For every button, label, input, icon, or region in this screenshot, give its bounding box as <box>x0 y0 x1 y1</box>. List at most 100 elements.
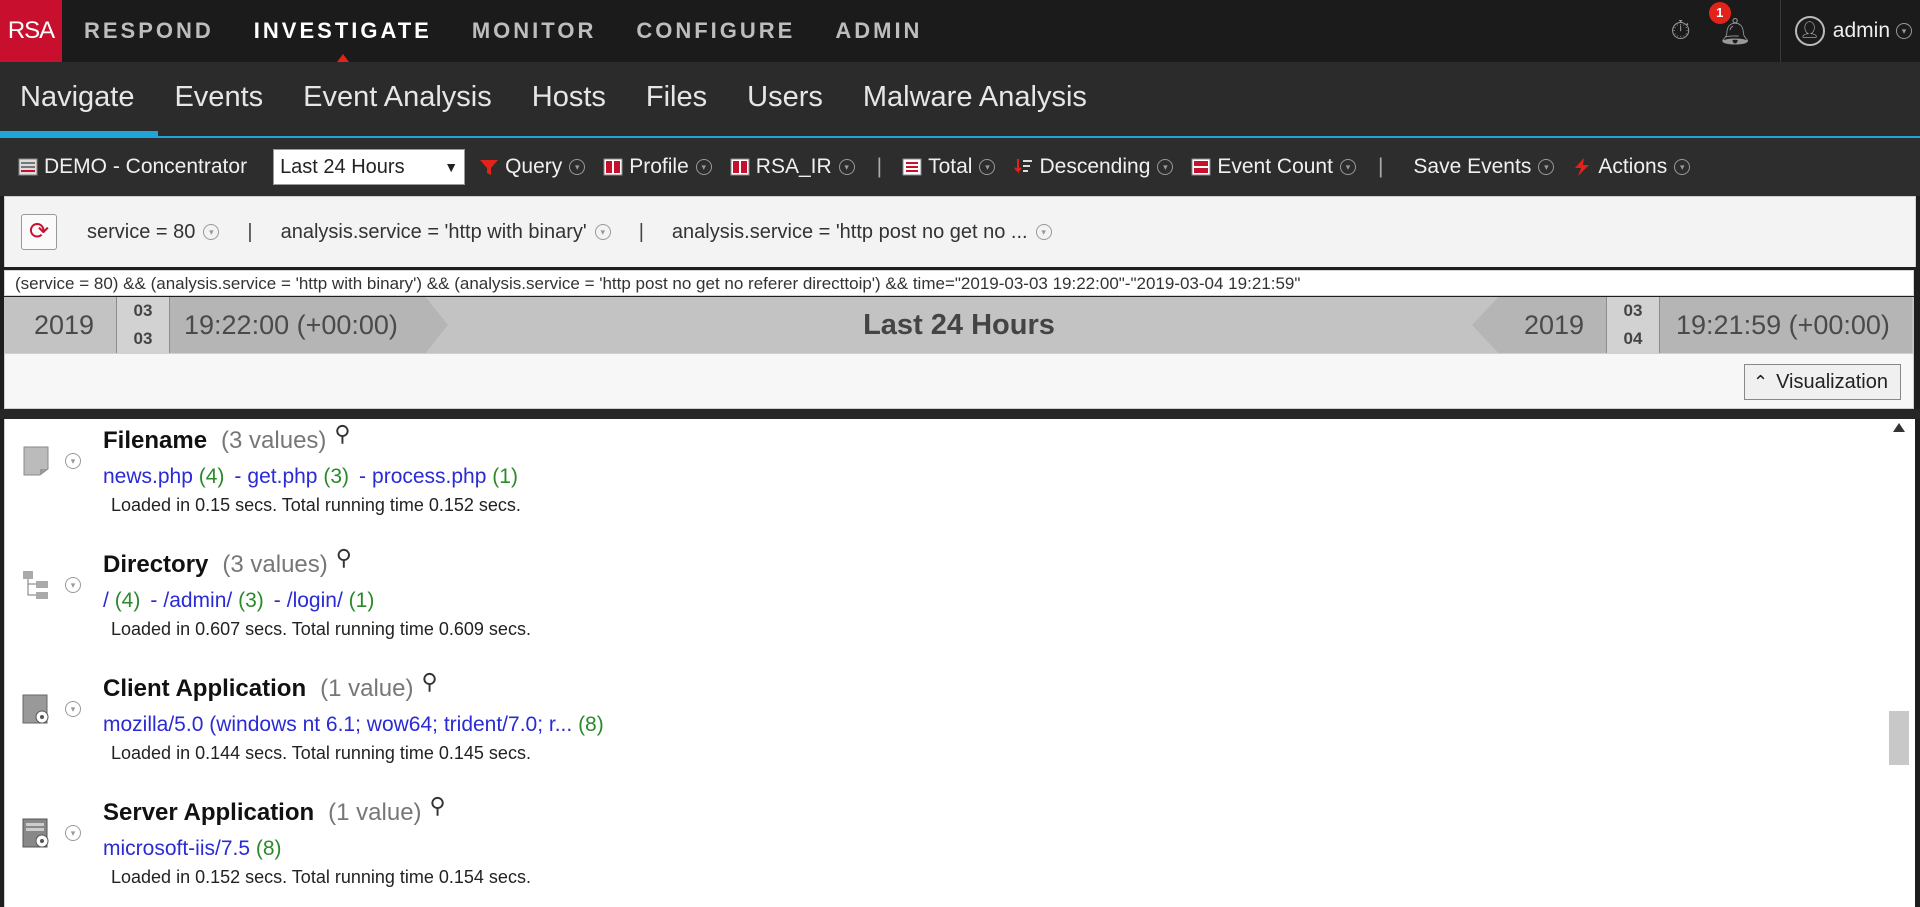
meta-group-name: Client Application <box>103 675 307 702</box>
breadcrumb-separator: | <box>638 220 644 243</box>
save-events-button[interactable]: Save Events ▾ <box>1413 155 1555 179</box>
panel-divider <box>0 409 1920 419</box>
meta-value-link[interactable]: /admin/ <box>163 589 232 612</box>
tab-event-analysis[interactable]: Event Analysis <box>283 62 512 136</box>
end-day: 04 <box>1623 329 1643 348</box>
chevron-down-icon[interactable]: ▾ <box>65 701 81 717</box>
total-button[interactable]: Total ▾ <box>902 155 996 179</box>
chevron-down-icon: ▾ <box>569 159 586 175</box>
meta-value-count: (4) <box>198 465 225 488</box>
start-date[interactable]: 03 03 <box>116 297 170 353</box>
meta-value-link[interactable]: / <box>103 589 109 612</box>
magnifier-icon[interactable]: ⚲ <box>430 793 446 819</box>
magnifier-icon[interactable]: ⚲ <box>421 669 437 695</box>
breadcrumb-item[interactable]: service = 80 ▾ <box>87 220 220 244</box>
query-button[interactable]: Query ▾ <box>479 155 586 179</box>
notification-bell-icon[interactable]: 🔔︎ 1 <box>1708 1 1752 47</box>
visualization-label: Visualization <box>1776 370 1888 393</box>
meta-group-timing: Loaded in 0.15 secs. Total running time … <box>111 495 521 515</box>
sort-descending-icon <box>1013 158 1033 176</box>
client-app-icon <box>22 693 50 725</box>
vertical-scrollbar[interactable] <box>1889 419 1909 907</box>
total-label: Total <box>928 155 973 178</box>
end-time[interactable]: 19:21:59 (+00:00) <box>1676 297 1890 353</box>
stopwatch-icon[interactable]: ⏱ <box>1671 15 1691 47</box>
query-breadcrumb-bar: ⟳ service = 80 ▾ | analysis.service = 'h… <box>4 196 1916 267</box>
meta-value-link[interactable]: microsoft-iis/7.5 <box>103 837 250 860</box>
user-menu[interactable]: admin <box>1833 19 1890 43</box>
end-year[interactable]: 2019 <box>1524 297 1584 353</box>
descending-button[interactable]: Descending ▾ <box>1013 155 1174 179</box>
top-nav-respond[interactable]: RESPOND <box>64 0 234 62</box>
meta-values: news.php (4) - get.php (3) - process.php (1) <box>103 465 518 489</box>
magnifier-icon[interactable]: ⚲ <box>336 545 352 571</box>
meta-value-count: (1) <box>348 589 375 612</box>
start-time[interactable]: 19:22:00 (+00:00) <box>184 297 398 353</box>
tab-files[interactable]: Files <box>626 62 727 136</box>
tab-hosts[interactable]: Hosts <box>512 62 626 136</box>
meta-value-count: (1) <box>492 465 518 488</box>
meta-value-link[interactable]: mozilla/5.0 (windows nt 6.1; wow64; trid… <box>103 713 572 736</box>
chevron-down-icon[interactable]: ▾ <box>1896 23 1912 39</box>
end-date[interactable]: 03 04 <box>1606 297 1660 353</box>
meta-group-timing: Loaded in 0.144 secs. Total running time… <box>111 743 531 763</box>
value-separator: - <box>273 589 281 612</box>
chevron-down-icon: ▾ <box>695 159 712 175</box>
meta-value-link[interactable]: news.php <box>103 465 193 488</box>
service-source-label: DEMO - Concentrator <box>44 155 248 178</box>
refresh-icon[interactable]: ⟳ <box>21 214 57 250</box>
top-nav-configure[interactable]: CONFIGURE <box>616 0 815 62</box>
rsa-ir-button[interactable]: RSA_IR ▾ <box>730 155 855 179</box>
top-nav-admin[interactable]: ADMIN <box>815 0 942 62</box>
file-icon <box>22 445 50 477</box>
rsa-logo[interactable]: RSA <box>0 0 62 62</box>
meta-value-link[interactable]: process.php <box>372 465 486 488</box>
tab-users[interactable]: Users <box>727 62 843 136</box>
chevron-down-icon[interactable]: ▾ <box>65 453 81 469</box>
event-count-button[interactable]: Event Count ▾ <box>1191 155 1356 179</box>
chevron-down-icon[interactable]: ▾ <box>65 577 81 593</box>
event-count-icon <box>1191 158 1211 176</box>
meta-value-count: (4) <box>114 589 141 612</box>
top-nav-monitor[interactable]: MONITOR <box>452 0 616 62</box>
start-year[interactable]: 2019 <box>34 297 94 353</box>
breadcrumb-label: service = 80 <box>87 220 196 243</box>
meta-group-timing: Loaded in 0.152 secs. Total running time… <box>111 867 531 887</box>
breadcrumb-item[interactable]: analysis.service = 'http post no get no … <box>672 221 1052 244</box>
scroll-up-arrow-icon[interactable] <box>1893 423 1905 432</box>
meta-group-title: Filename (3 values) ⚲ <box>103 421 351 455</box>
chevron-down-icon: ▾ <box>979 159 996 175</box>
top-nav-investigate[interactable]: INVESTIGATE <box>234 0 452 62</box>
chevron-down-icon[interactable]: ▾ <box>594 224 611 240</box>
service-source-button[interactable]: DEMO - Concentrator <box>18 155 247 179</box>
start-month: 03 <box>133 301 153 320</box>
meta-group-timing: Loaded in 0.607 secs. Total running time… <box>111 619 531 639</box>
meta-value-count: (8) <box>578 713 604 736</box>
chevron-down-icon: ▾ <box>1339 159 1356 175</box>
meta-group-name: Directory <box>103 551 209 578</box>
scrollbar-thumb[interactable] <box>1889 711 1909 765</box>
meta-value-count: (3) <box>323 465 350 488</box>
tab-malware-analysis[interactable]: Malware Analysis <box>843 62 1107 136</box>
user-avatar-icon[interactable]: 👤︎ <box>1794 16 1825 46</box>
chevron-down-icon[interactable]: ▾ <box>203 224 220 240</box>
descending-label: Descending <box>1039 155 1151 178</box>
chevron-down-icon: ▾ <box>1157 159 1174 175</box>
meta-value-link[interactable]: /login/ <box>287 589 343 612</box>
tab-events[interactable]: Events <box>154 62 283 136</box>
profile-button[interactable]: Profile ▾ <box>603 155 712 179</box>
chevron-down-icon[interactable]: ▾ <box>65 825 81 841</box>
time-range-select[interactable]: Last 24 Hours ▼ <box>273 149 466 185</box>
chevron-down-icon: ▼ <box>444 159 459 175</box>
chevron-down-icon[interactable]: ▾ <box>1035 224 1052 240</box>
visualization-button[interactable]: ⌃ Visualization <box>1743 364 1901 400</box>
meta-group-name: Server Application <box>103 799 315 826</box>
query-label: Query <box>505 155 563 178</box>
magnifier-icon[interactable]: ⚲ <box>334 421 350 447</box>
meta-value-link[interactable]: get.php <box>247 465 317 488</box>
actions-button[interactable]: Actions ▾ <box>1572 155 1691 179</box>
breadcrumb-item[interactable]: analysis.service = 'http with binary' ▾ <box>281 221 611 244</box>
tab-navigate[interactable]: Navigate <box>0 62 159 136</box>
top-right-controls: ⏱ 🔔︎ 1 👤︎ admin ▾ <box>1671 0 1920 62</box>
profile-icon <box>603 158 623 176</box>
